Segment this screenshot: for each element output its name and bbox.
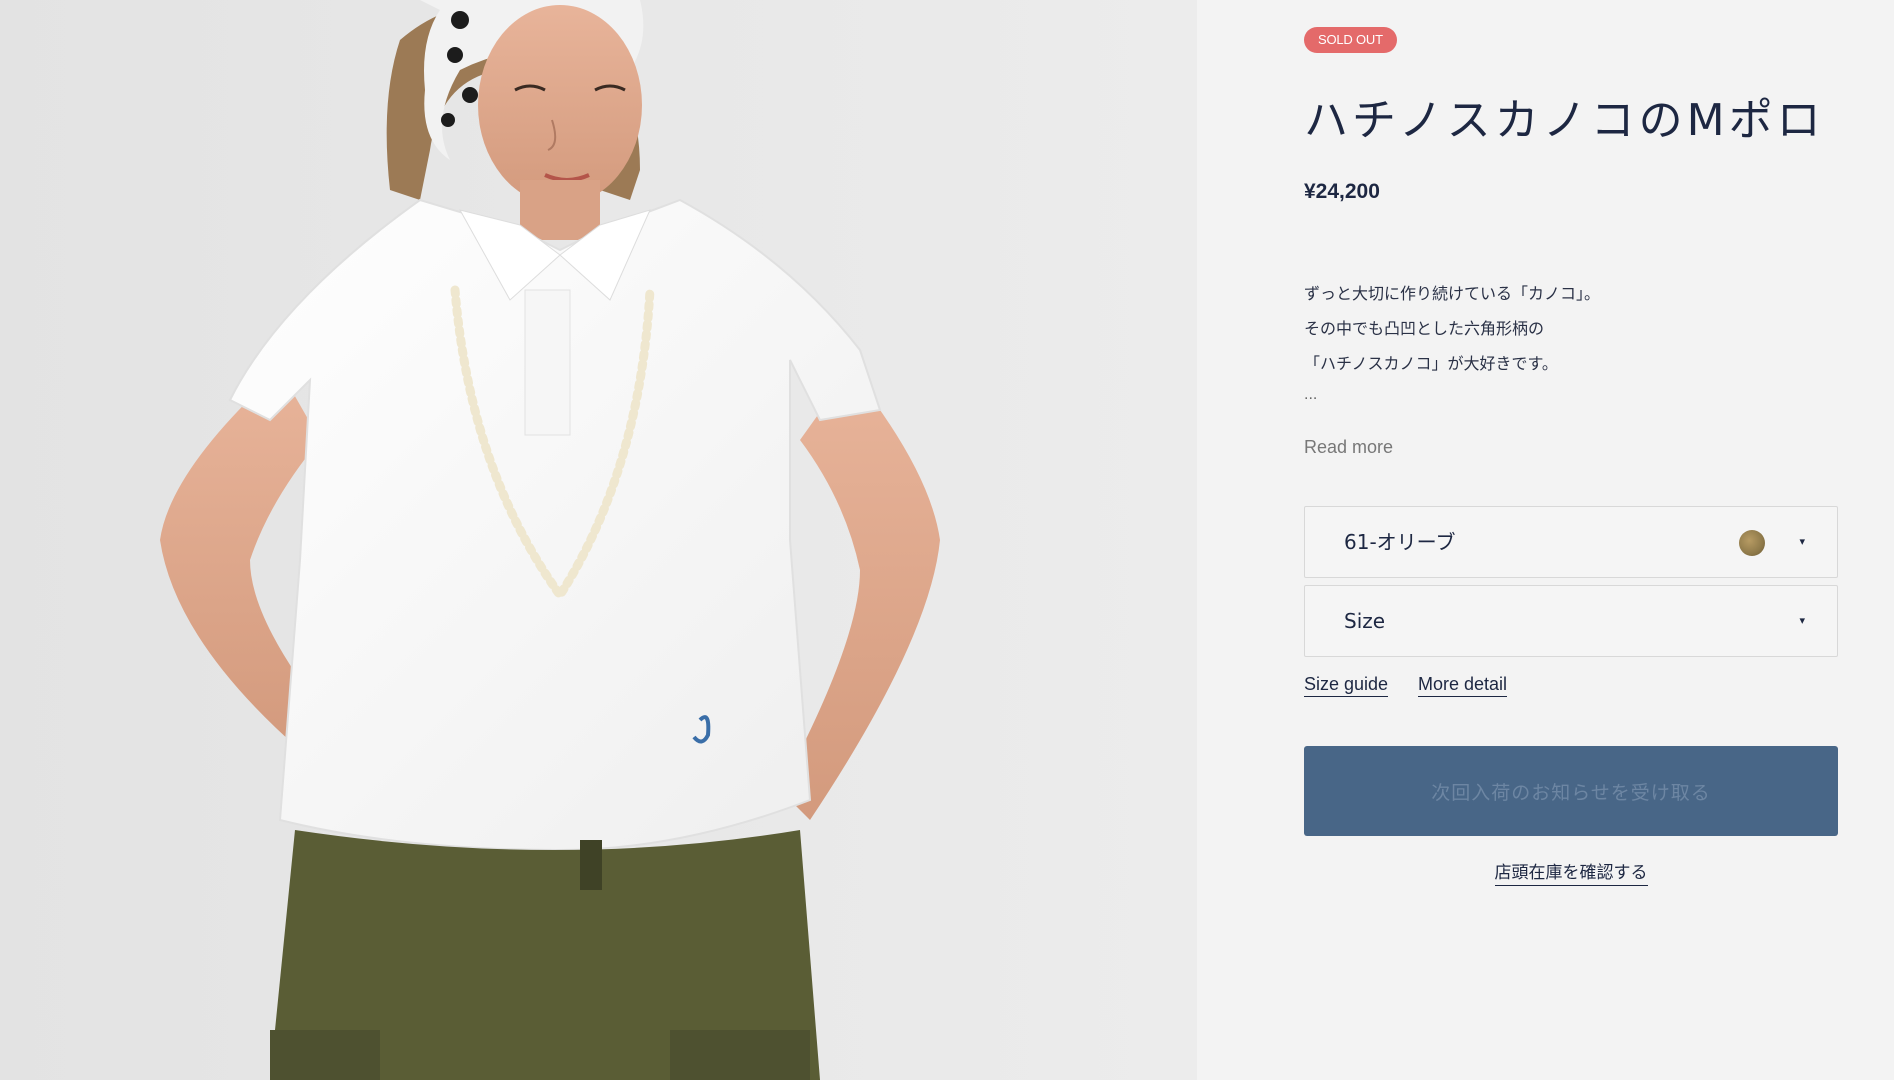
color-select-value: 61-オリーブ bbox=[1344, 530, 1456, 554]
store-stock-link-wrap: 店頭在庫を確認する bbox=[1304, 858, 1838, 886]
size-select-value: Size bbox=[1344, 609, 1386, 633]
chevron-down-icon: ▾ bbox=[1799, 614, 1805, 627]
check-store-stock-link[interactable]: 店頭在庫を確認する bbox=[1494, 863, 1648, 886]
sold-out-badge: SOLD OUT bbox=[1304, 27, 1397, 53]
more-detail-link[interactable]: More detail bbox=[1418, 674, 1508, 697]
product-price: ¥24,200 bbox=[1304, 180, 1380, 203]
notify-restock-button[interactable]: 次回入荷のお知らせを受け取る bbox=[1304, 746, 1838, 836]
product-title: ハチノスカノコのMポロ bbox=[1304, 95, 1825, 146]
description-line: 「ハチノスカノコ」が大好きです。 bbox=[1304, 354, 1558, 373]
chevron-down-icon: ▾ bbox=[1799, 535, 1805, 548]
size-select[interactable]: Size ▾ bbox=[1304, 585, 1838, 657]
description-line: ずっと大切に作り続けている「カノコ」。 bbox=[1304, 284, 1601, 303]
size-guide-link[interactable]: Size guide bbox=[1304, 674, 1389, 697]
model-photo bbox=[0, 0, 1197, 1080]
read-more-link[interactable]: Read more bbox=[1304, 437, 1393, 458]
description-line: その中でも凸凹とした六角形柄の bbox=[1304, 319, 1545, 338]
product-image bbox=[0, 0, 1197, 1080]
color-swatch bbox=[1739, 530, 1765, 556]
color-select[interactable]: 61-オリーブ ▾ bbox=[1304, 506, 1838, 578]
product-details: SOLD OUT ハチノスカノコのMポロ ¥24,200 ずっと大切に作り続けて… bbox=[1197, 0, 1894, 1080]
description-ellipsis: ... bbox=[1304, 386, 1318, 403]
product-description: ずっと大切に作り続けている「カノコ」。 その中でも凸凹とした六角形柄の 「ハチノ… bbox=[1304, 276, 1824, 381]
